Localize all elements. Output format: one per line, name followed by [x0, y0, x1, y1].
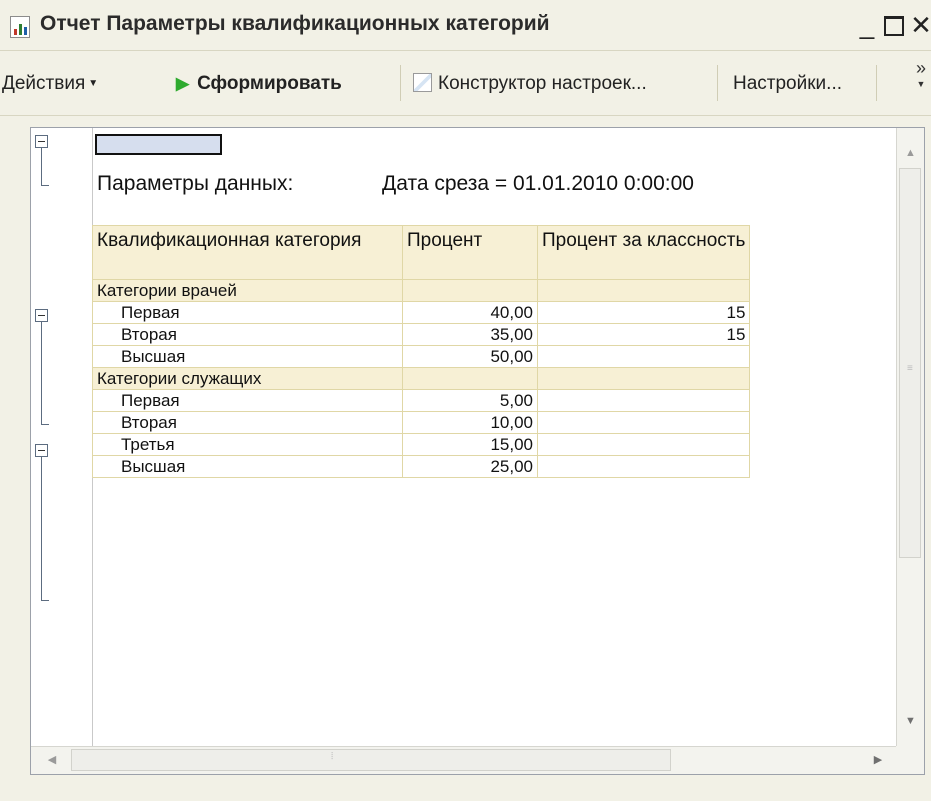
report-spreadsheet[interactable]: Параметры данных: Дата среза = 01.01.201…	[30, 127, 925, 775]
table-cell[interactable]	[536, 279, 751, 302]
selected-cell[interactable]	[95, 134, 222, 155]
group-row: Категории служащих	[92, 367, 751, 390]
category-cell[interactable]: Высшая	[92, 455, 403, 478]
category-cell[interactable]: Первая	[92, 389, 403, 412]
window-title: Отчет Параметры квалификационных категор…	[40, 12, 550, 35]
actions-label: Действия	[2, 73, 86, 94]
class-percent-cell[interactable]	[536, 411, 751, 434]
minimize-icon: _	[859, 10, 875, 40]
toolbar: Действия ▼ ▶ Сформировать Конструктор наст…	[0, 51, 931, 116]
collapse-icon[interactable]	[35, 135, 48, 148]
group-row: Категории врачей	[92, 279, 751, 302]
column-header-class-percent[interactable]: Процент за классность	[536, 225, 751, 280]
minimize-button[interactable]: _	[853, 10, 881, 40]
class-percent-cell[interactable]	[536, 389, 751, 412]
maximize-button[interactable]	[880, 10, 908, 40]
close-icon: ✕	[910, 10, 931, 40]
settings-label: Настройки...	[733, 73, 842, 94]
percent-cell[interactable]: 35,00	[402, 323, 538, 346]
table-cell[interactable]	[402, 279, 538, 302]
chevrons-right-icon: »	[915, 58, 926, 78]
dropdown-arrow-icon: ▼	[88, 78, 99, 90]
collapse-icon[interactable]	[35, 309, 48, 322]
toolbar-separator	[400, 65, 401, 101]
class-percent-cell[interactable]: 15	[536, 323, 751, 346]
table-row: Первая 40,00 15	[92, 301, 751, 324]
maximize-icon	[884, 16, 904, 36]
generate-label: Сформировать	[197, 73, 342, 94]
column-header-category[interactable]: Квалификационная категория	[92, 225, 403, 280]
group-name-cell[interactable]: Категории врачей	[92, 279, 403, 302]
constructor-label: Конструктор настроек...	[438, 73, 647, 94]
percent-cell[interactable]: 15,00	[402, 433, 538, 456]
scroll-left-icon[interactable]: ◀	[37, 747, 67, 774]
class-percent-cell[interactable]	[536, 433, 751, 456]
category-cell[interactable]: Вторая	[92, 411, 403, 434]
category-cell[interactable]: Первая	[92, 301, 403, 324]
table-row: Вторая 10,00	[92, 411, 751, 434]
table-header-row: Квалификационная категория Процент Проце…	[92, 225, 751, 280]
constructor-icon	[413, 73, 432, 92]
data-params-label: Параметры данных:	[97, 172, 294, 195]
category-cell[interactable]: Высшая	[92, 345, 403, 368]
play-icon: ▶	[176, 74, 190, 93]
toolbar-separator	[717, 65, 718, 101]
table-row: Высшая 50,00	[92, 345, 751, 368]
horizontal-scrollbar[interactable]: ◀ ⦙ ▶	[31, 746, 896, 774]
settings-constructor-button[interactable]: Конструктор настроек...	[413, 73, 647, 95]
table-row: Вторая 35,00 15	[92, 323, 751, 346]
percent-cell[interactable]: 50,00	[402, 345, 538, 368]
table-cell[interactable]	[536, 367, 751, 390]
class-percent-cell[interactable]	[536, 455, 751, 478]
window-title-bar[interactable]: Отчет Параметры квалификационных категор…	[0, 0, 931, 51]
close-button[interactable]: ✕	[907, 10, 931, 40]
data-params-value: Дата среза = 01.01.2010 0:00:00	[382, 172, 694, 195]
scroll-right-icon[interactable]: ▶	[863, 747, 893, 774]
generate-report-button[interactable]: ▶ Сформировать	[176, 73, 342, 95]
percent-cell[interactable]: 40,00	[402, 301, 538, 324]
table-row: Третья 15,00	[92, 433, 751, 456]
column-header-percent[interactable]: Процент	[402, 225, 538, 280]
vertical-scrollbar[interactable]: ▲ ≡ ▼	[896, 128, 924, 746]
grip-icon: ≡	[907, 363, 913, 374]
grouping-gutter	[31, 128, 92, 746]
horizontal-scroll-thumb[interactable]	[71, 749, 671, 771]
class-percent-cell[interactable]	[536, 345, 751, 368]
class-percent-cell[interactable]: 15	[536, 301, 751, 324]
scroll-down-icon[interactable]: ▼	[897, 706, 924, 736]
scrollbar-corner	[896, 746, 924, 774]
overflow-down-icon: ▼	[916, 79, 926, 89]
collapse-icon[interactable]	[35, 444, 48, 457]
toolbar-separator	[876, 65, 877, 101]
table-cell[interactable]	[402, 367, 538, 390]
grip-icon: ⦙	[331, 751, 334, 762]
report-icon	[10, 16, 30, 38]
percent-cell[interactable]: 25,00	[402, 455, 538, 478]
scroll-up-icon[interactable]: ▲	[897, 138, 924, 168]
settings-button[interactable]: Настройки...	[733, 73, 842, 95]
table-row: Первая 5,00	[92, 389, 751, 412]
category-cell[interactable]: Третья	[92, 433, 403, 456]
table-row: Высшая 25,00	[92, 455, 751, 478]
toolbar-overflow-button[interactable]: » ▼	[912, 58, 930, 91]
percent-cell[interactable]: 5,00	[402, 389, 538, 412]
group-name-cell[interactable]: Категории служащих	[92, 367, 403, 390]
percent-cell[interactable]: 10,00	[402, 411, 538, 434]
report-table: Квалификационная категория Процент Проце…	[92, 225, 751, 478]
actions-menu-button[interactable]: Действия ▼	[2, 73, 98, 95]
category-cell[interactable]: Вторая	[92, 323, 403, 346]
